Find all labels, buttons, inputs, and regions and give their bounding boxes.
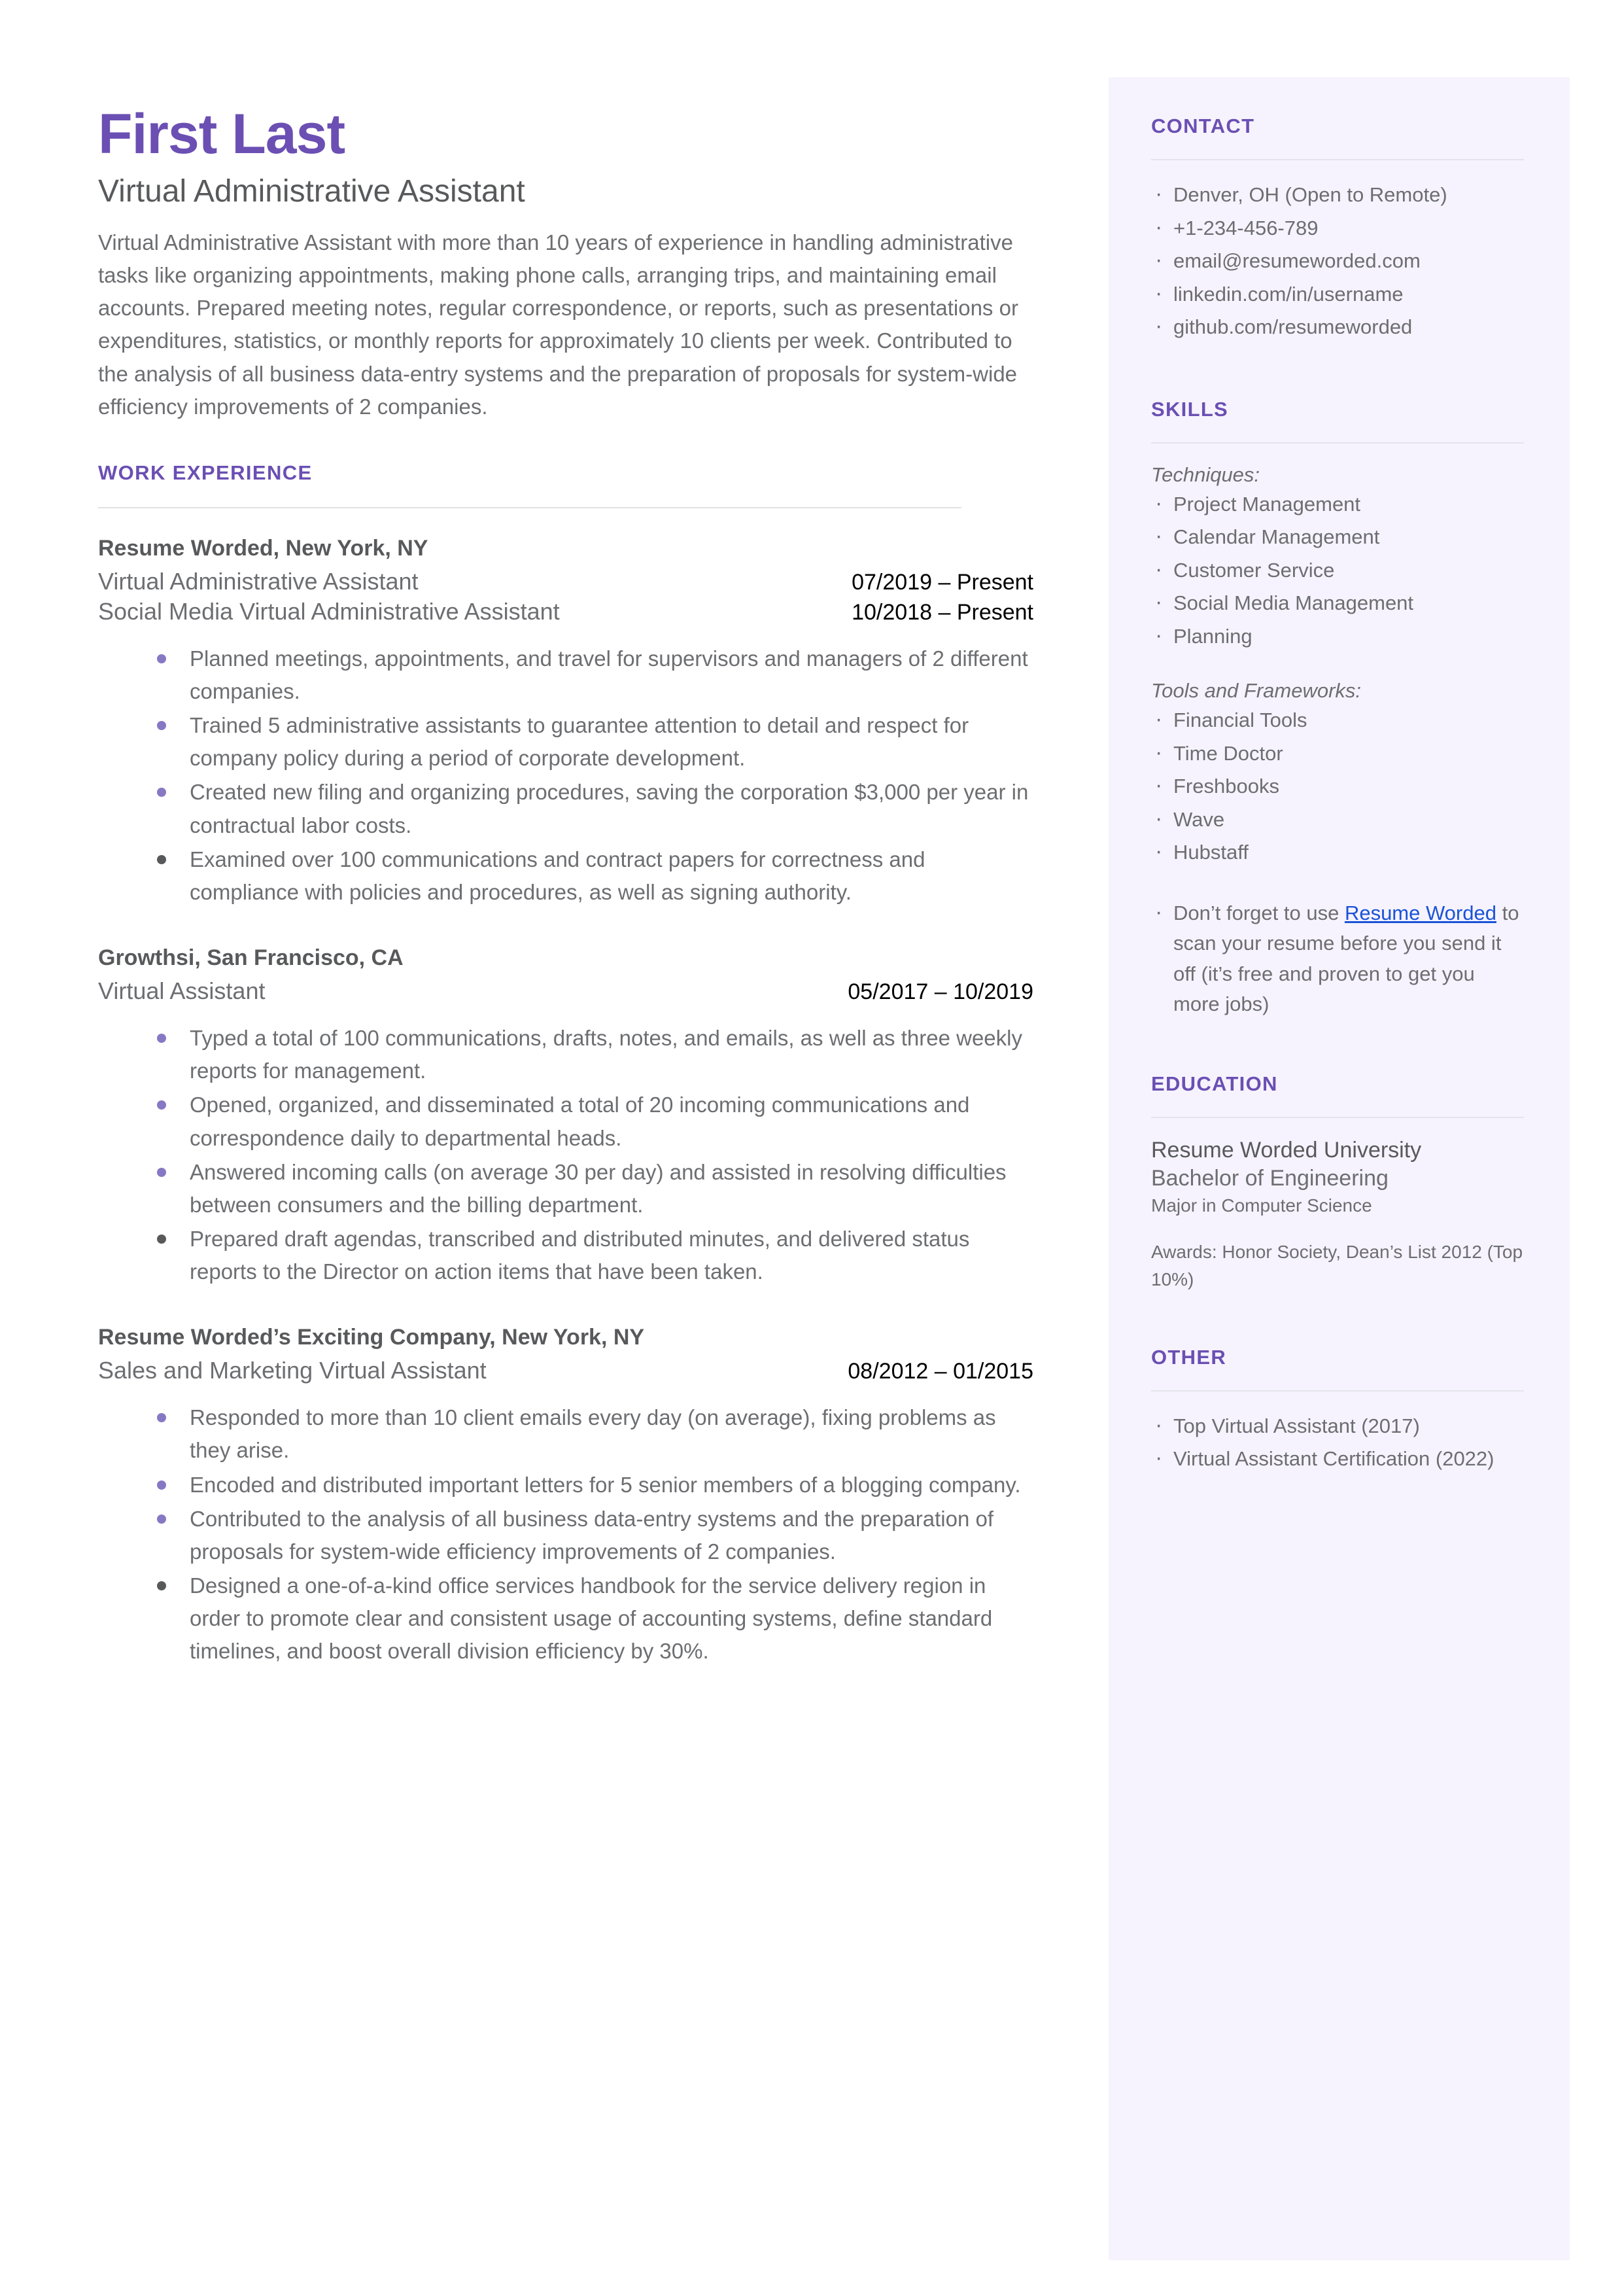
- skills-section: SKILLS Techniques:Project ManagementCale…: [1151, 398, 1524, 1020]
- other-heading: OTHER: [1151, 1345, 1226, 1369]
- contact-section: CONTACT Denver, OH (Open to Remote)+1-23…: [1151, 114, 1524, 343]
- job-role-title: Virtual Administrative Assistant: [98, 567, 419, 595]
- work-experience-heading: WORK EXPERIENCE: [98, 461, 313, 484]
- skills-group-label: Tools and Frameworks:: [1151, 679, 1362, 702]
- job-entry: Growthsi, San Francisco, CA Virtual Assis…: [98, 945, 1033, 1288]
- job-entry: Resume Worded’s Exciting Company, New Yo…: [98, 1325, 1033, 1668]
- job-bullet: Contributed to the analysis of all busin…: [157, 1503, 1033, 1568]
- skills-group-list: Project ManagementCalendar ManagementCus…: [1151, 487, 1524, 652]
- job-role-row: Virtual Assistant 05/2017 – 10/2019: [98, 977, 1033, 1005]
- job-bullet: Prepared draft agendas, transcribed and …: [157, 1223, 1033, 1288]
- contact-item[interactable]: +1-234-456-789: [1151, 211, 1524, 243]
- job-dates: 08/2012 – 01/2015: [848, 1359, 1033, 1384]
- skills-heading: SKILLS: [1151, 397, 1229, 421]
- contact-list: Denver, OH (Open to Remote)+1-234-456-78…: [1151, 177, 1524, 342]
- skills-divider: [1151, 442, 1524, 444]
- education-heading: EDUCATION: [1151, 1072, 1278, 1095]
- headline: Virtual Administrative Assistant: [98, 174, 525, 209]
- education-divider: [1151, 1116, 1524, 1118]
- job-bullet: Answered incoming calls (on average 30 p…: [157, 1156, 1033, 1221]
- education-major: Major in Computer Science: [1151, 1195, 1372, 1216]
- resume-worded-note: Don’t forget to use Resume Worded to sca…: [1151, 896, 1524, 1020]
- sidebar: CONTACT Denver, OH (Open to Remote)+1-23…: [1151, 114, 1524, 1477]
- job-dates: 05/2017 – 10/2019: [848, 979, 1033, 1005]
- skill-item: Planning: [1151, 619, 1524, 652]
- skill-item: Financial Tools: [1151, 703, 1524, 735]
- contact-item[interactable]: linkedin.com/in/username: [1151, 277, 1524, 309]
- skill-item: Calendar Management: [1151, 519, 1524, 552]
- skills-group-list: Financial ToolsTime DoctorFreshbooksWave…: [1151, 703, 1524, 867]
- job-bullet-list: Responded to more than 10 client emails …: [98, 1401, 1033, 1668]
- job-role-row: Sales and Marketing Virtual Assistant 08/…: [98, 1357, 1033, 1384]
- skill-item: Social Media Management: [1151, 586, 1524, 618]
- education-school: Resume Worded University: [1151, 1137, 1422, 1163]
- other-divider: [1151, 1390, 1524, 1392]
- work-experience-divider: [98, 506, 961, 508]
- skills-group-label: Techniques:: [1151, 463, 1260, 486]
- education-section: EDUCATION Resume Worded University Bache…: [1151, 1072, 1524, 1293]
- job-bullet: Planned meetings, appointments, and trav…: [157, 642, 1033, 708]
- job-role-row: Virtual Administrative Assistant 07/2019 …: [98, 568, 1033, 595]
- job-role-row: Social Media Virtual Administrative Assi…: [98, 598, 1033, 625]
- job-bullet: Responded to more than 10 client emails …: [157, 1401, 1033, 1467]
- skill-item: Customer Service: [1151, 553, 1524, 586]
- job-bullet: Typed a total of 100 communications, dra…: [157, 1022, 1033, 1087]
- summary-paragraph: Virtual Administrative Assistant with mo…: [98, 230, 1018, 419]
- job-role-title: Social Media Virtual Administrative Assi…: [98, 597, 560, 625]
- skill-item: Freshbooks: [1151, 769, 1524, 801]
- job-dates: 07/2019 – Present: [852, 569, 1033, 595]
- other-section: OTHER Top Virtual Assistant (2017)Virtua…: [1151, 1346, 1524, 1475]
- education-awards: Awards: Honor Society, Dean’s List 2012 …: [1151, 1241, 1523, 1289]
- job-entry: Resume Worded, New York, NY Virtual Admin…: [98, 536, 1033, 909]
- job-company: Resume Worded, New York, NY: [98, 535, 428, 561]
- other-item: Virtual Assistant Certification (2022): [1151, 1441, 1524, 1474]
- contact-item[interactable]: github.com/resumeworded: [1151, 309, 1524, 342]
- contact-heading: CONTACT: [1151, 114, 1255, 137]
- job-role-title: Sales and Marketing Virtual Assistant: [98, 1357, 487, 1384]
- skill-item: Wave: [1151, 802, 1524, 835]
- job-role-title: Virtual Assistant: [98, 977, 266, 1005]
- job-bullet: Encoded and distributed important letter…: [157, 1469, 1033, 1501]
- job-company: Growthsi, San Francisco, CA: [98, 945, 404, 971]
- contact-item[interactable]: Denver, OH (Open to Remote): [1151, 177, 1524, 210]
- contact-item[interactable]: email@resumeworded.com: [1151, 243, 1524, 276]
- skill-item: Project Management: [1151, 487, 1524, 519]
- page-title: First Last: [98, 103, 345, 166]
- job-dates: 10/2018 – Present: [852, 599, 1033, 625]
- other-item: Top Virtual Assistant (2017): [1151, 1409, 1524, 1441]
- job-bullet: Trained 5 administrative assistants to g…: [157, 709, 1033, 775]
- skills-groups: Techniques:Project ManagementCalendar Ma…: [1151, 463, 1524, 868]
- job-bullet-list: Planned meetings, appointments, and trav…: [98, 642, 1033, 909]
- skill-item: Time Doctor: [1151, 736, 1524, 769]
- skill-item: Hubstaff: [1151, 835, 1524, 867]
- job-bullet-list: Typed a total of 100 communications, dra…: [98, 1022, 1033, 1288]
- work-experience-list: Resume Worded, New York, NY Virtual Admin…: [98, 536, 1033, 1668]
- main-column: First Last Virtual Administrative Assist…: [98, 105, 1033, 1670]
- education-degree: Bachelor of Engineering: [1151, 1165, 1389, 1191]
- job-bullet: Created new filing and organizing proced…: [157, 776, 1033, 841]
- job-company: Resume Worded’s Exciting Company, New Yo…: [98, 1325, 645, 1350]
- contact-divider: [1151, 159, 1524, 160]
- job-bullet: Opened, organized, and disseminated a to…: [157, 1089, 1033, 1154]
- job-bullet: Designed a one-of-a-kind office services…: [157, 1569, 1033, 1668]
- job-bullet: Examined over 100 communications and con…: [157, 843, 1033, 909]
- resume-worded-link[interactable]: Resume Worded: [1345, 902, 1496, 924]
- other-list: Top Virtual Assistant (2017)Virtual Assi…: [1151, 1409, 1524, 1475]
- note-text-before: Don’t forget to use: [1173, 901, 1345, 924]
- resume-page: First Last Virtual Administrative Assist…: [0, 0, 1624, 2295]
